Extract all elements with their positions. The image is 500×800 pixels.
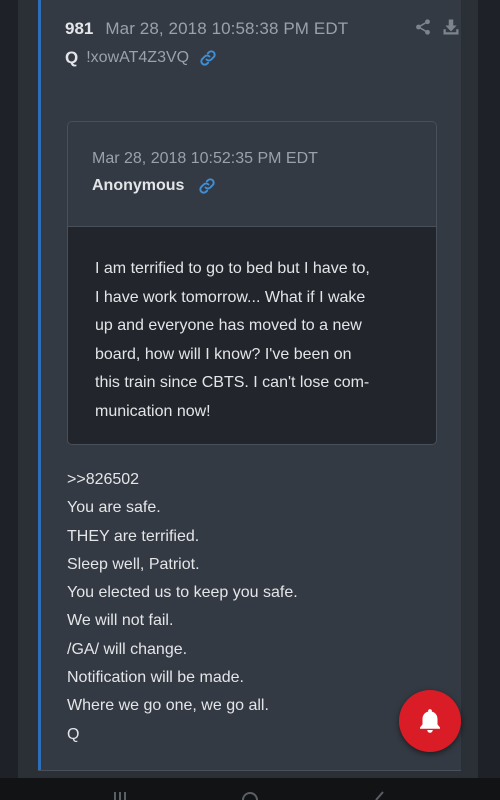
post-text-line: Q	[67, 725, 80, 743]
back-icon[interactable]	[370, 790, 390, 800]
reply-reference-link[interactable]: >>826502	[67, 466, 298, 494]
home-icon[interactable]	[240, 790, 260, 800]
quoted-text-line: this train since CBTS. I can't lose com-	[95, 374, 370, 391]
quoted-text-line: board, how will I know? I've been on	[95, 345, 352, 363]
post-text-line: /GA/ will change.	[67, 640, 188, 658]
right-gutter	[478, 0, 500, 800]
post-timestamp: Mar 28, 2018 10:58:38 PM EDT	[105, 19, 349, 38]
post-text-line: Where we go one, we go all.	[67, 697, 269, 715]
post-tripcode: !xowAT4Z3VQ	[86, 49, 190, 66]
bell-icon	[420, 709, 440, 733]
quoted-post-author-row: Anonymous	[92, 177, 216, 195]
quoted-text-line: I have work tomorrow... What if I wake	[95, 288, 366, 306]
quoted-post-author: Anonymous	[92, 177, 185, 194]
post-header: 981 Mar 28, 2018 10:58:38 PM EDT Q !xowA…	[65, 14, 460, 72]
post-author-name: Q	[65, 48, 79, 67]
system-navigation-bar	[0, 778, 500, 800]
link-icon[interactable]	[198, 177, 216, 195]
quoted-text-line: munication now!	[95, 402, 211, 420]
post-text-line: You are safe.	[67, 499, 161, 517]
post-number[interactable]: 981	[65, 19, 93, 39]
quoted-post-timestamp: Mar 28, 2018 10:52:35 PM EDT	[92, 150, 318, 167]
notification-button[interactable]	[399, 690, 461, 752]
post-text-line: You elected us to keep you safe.	[67, 584, 298, 602]
post-accent-bar	[38, 0, 41, 770]
post-actions	[414, 18, 460, 36]
quoted-post-text: I am terrified to go to bed but I have t…	[95, 255, 407, 426]
recent-apps-icon[interactable]	[110, 790, 130, 800]
quoted-post[interactable]: Mar 28, 2018 10:52:35 PM EDT Anonymous I…	[67, 121, 437, 445]
post-text-line: Sleep well, Patriot.	[67, 555, 200, 573]
post-text-line: Notification will be made.	[67, 669, 244, 687]
left-gutter	[0, 0, 18, 800]
app-screen: 981 Mar 28, 2018 10:58:38 PM EDT Q !xowA…	[0, 0, 500, 800]
post-meta-row: 981 Mar 28, 2018 10:58:38 PM EDT	[65, 14, 460, 44]
download-icon[interactable]	[442, 18, 460, 36]
post-body: >>826502 You are safe. THEY are terrifie…	[67, 466, 298, 749]
post-author-row: Q !xowAT4Z3VQ	[65, 44, 460, 72]
link-icon[interactable]	[199, 49, 217, 67]
quoted-post-body: I am terrified to go to bed but I have t…	[68, 226, 436, 444]
quoted-text-line: I am terrified to go to bed but I have t…	[95, 260, 370, 277]
post-text-line: We will not fail.	[67, 612, 174, 630]
quoted-text-line: up and everyone has moved to a new	[95, 317, 362, 334]
post-text-line: THEY are terrified.	[67, 527, 200, 545]
quoted-post-header: Mar 28, 2018 10:52:35 PM EDT Anonymous	[68, 122, 436, 226]
share-icon[interactable]	[414, 18, 432, 36]
